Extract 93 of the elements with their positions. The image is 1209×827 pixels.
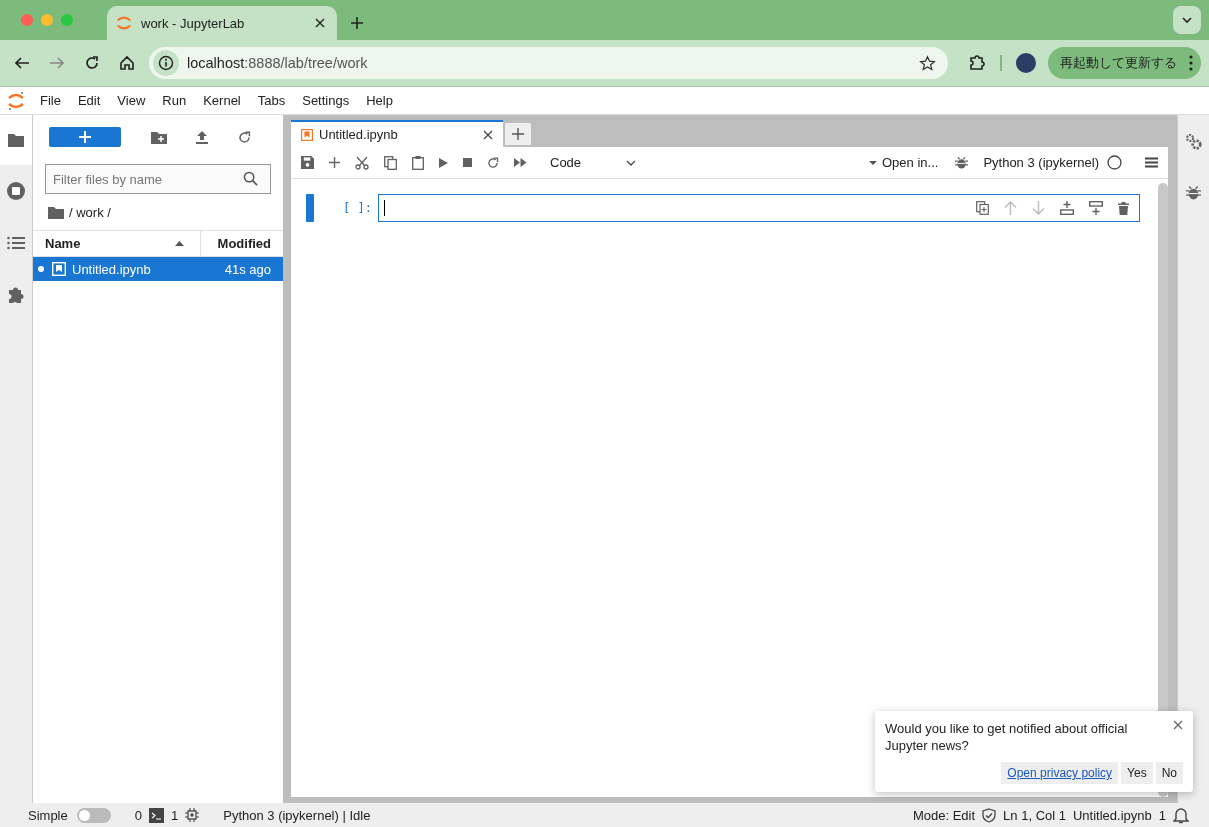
more-vertical-icon[interactable] xyxy=(1189,55,1193,71)
shield-check-icon[interactable] xyxy=(982,807,997,823)
kernel-status[interactable]: Python 3 (ipykernel) | Idle xyxy=(223,807,371,823)
site-info-icon[interactable] xyxy=(153,50,179,76)
restart-icon[interactable] xyxy=(487,156,499,169)
terminal-icon[interactable] xyxy=(149,807,164,823)
column-header[interactable]: Modified xyxy=(201,231,283,256)
plus-icon[interactable] xyxy=(329,157,340,168)
folder-icon[interactable] xyxy=(0,115,32,165)
menu-item[interactable]: File xyxy=(40,93,61,108)
kernel-count: 1 xyxy=(171,807,179,823)
file-name: Untitled.ipynb xyxy=(72,261,152,277)
notification-button[interactable]: No xyxy=(1155,762,1183,784)
menu-item[interactable]: Tabs xyxy=(257,93,286,108)
notification-message: Would you like to get notified about official Jupyter news? xyxy=(885,720,1129,754)
star-icon[interactable] xyxy=(919,54,936,72)
jupyter-logo-icon xyxy=(115,14,133,32)
address-bar[interactable]: localhost:8888/lab/tree/work xyxy=(149,47,948,79)
menu-item[interactable]: Settings xyxy=(302,93,350,108)
trash-icon[interactable] xyxy=(1118,201,1129,215)
new-launcher-button[interactable] xyxy=(49,127,121,147)
close-icon[interactable] xyxy=(315,18,325,28)
notebook-file-icon xyxy=(52,262,66,276)
caret-down-icon xyxy=(869,160,877,165)
notification-count[interactable]: 1 xyxy=(1158,807,1166,823)
editor-mode[interactable]: Mode: Edit xyxy=(912,807,976,823)
browser-tab[interactable]: work - JupyterLab xyxy=(107,6,337,40)
menu-item[interactable]: View xyxy=(117,93,146,108)
bug-icon[interactable] xyxy=(955,155,969,170)
insert-above-icon[interactable] xyxy=(1060,201,1074,215)
new-folder-icon[interactable] xyxy=(150,130,167,144)
url-text: localhost:8888/lab/tree/work xyxy=(187,55,369,71)
column-header[interactable]: Name xyxy=(33,231,201,256)
menu-item[interactable]: Help xyxy=(366,93,393,108)
profile-avatar[interactable] xyxy=(1016,53,1036,73)
menu-icon[interactable] xyxy=(1145,157,1158,168)
back-arrow-icon[interactable] xyxy=(14,55,30,71)
close-icon[interactable] xyxy=(483,129,493,140)
puzzle-piece-icon[interactable] xyxy=(968,54,986,72)
run-icon[interactable] xyxy=(439,157,448,168)
fast-forward-icon[interactable] xyxy=(514,158,527,167)
chevron-down-icon xyxy=(626,159,636,166)
cell-prompt: [ ]: xyxy=(342,201,373,215)
simple-mode-label: Simple xyxy=(28,807,68,823)
search-icon xyxy=(243,171,258,186)
notebook-tab[interactable]: Untitled.ipynb xyxy=(291,120,503,147)
chevron-down-icon xyxy=(1182,16,1192,24)
code-cell-editor[interactable] xyxy=(378,194,1140,222)
home-icon[interactable] xyxy=(119,55,135,71)
file-row[interactable]: Untitled.ipynb 41s ago xyxy=(33,257,283,281)
simple-mode-toggle[interactable] xyxy=(76,807,111,823)
bell-icon[interactable] xyxy=(1173,806,1189,824)
active-cell-marker xyxy=(306,194,314,222)
upload-icon[interactable] xyxy=(196,130,209,144)
breadcrumb-path[interactable]: / work / xyxy=(69,204,111,220)
file-modified: 41s ago xyxy=(224,261,271,277)
privacy-policy-link[interactable]: Open privacy policy xyxy=(1001,762,1119,784)
cursor-position[interactable]: Ln 1, Col 1 xyxy=(1003,807,1066,823)
chip-icon[interactable] xyxy=(185,808,200,822)
filter-field[interactable]: Filter files by name xyxy=(45,164,271,194)
kernel-name[interactable]: Python 3 (ipykernel) xyxy=(983,155,1099,170)
save-icon[interactable] xyxy=(301,156,314,169)
menu-item[interactable]: Kernel xyxy=(203,93,241,108)
duplicate-icon[interactable] xyxy=(976,201,989,215)
plus-icon xyxy=(512,128,524,140)
scissors-icon[interactable] xyxy=(355,155,369,170)
kernel-idle-circle-icon xyxy=(1107,155,1122,170)
browser-tab-title: work - JupyterLab xyxy=(141,15,246,31)
jupyter-logo-icon xyxy=(7,89,25,112)
reload-icon[interactable] xyxy=(84,55,100,71)
notebook-file-icon xyxy=(301,128,313,141)
sort-caret-icon xyxy=(175,241,184,246)
open-in-dropdown[interactable]: Open in... xyxy=(869,155,939,170)
add-tab-button[interactable] xyxy=(505,123,531,145)
cell-type-dropdown[interactable]: Code xyxy=(550,155,636,170)
forward-arrow-icon[interactable] xyxy=(49,55,65,71)
menu-item[interactable]: Edit xyxy=(77,93,101,108)
bug-icon[interactable] xyxy=(1186,185,1201,201)
close-icon[interactable] xyxy=(1173,720,1183,730)
copy-icon[interactable] xyxy=(384,155,397,170)
notification-button[interactable]: Yes xyxy=(1121,762,1153,784)
insert-below-icon[interactable] xyxy=(1089,201,1103,215)
current-file-name: Untitled.ipynb xyxy=(1073,807,1152,823)
menu-item[interactable]: Run xyxy=(162,93,187,108)
terminal-count: 0 xyxy=(134,807,142,823)
update-button[interactable]: 再起動して更新する xyxy=(1048,47,1201,79)
tab-list-button[interactable] xyxy=(1173,6,1201,34)
plus-icon xyxy=(79,131,91,143)
folder-icon[interactable] xyxy=(48,205,64,219)
new-tab-icon[interactable] xyxy=(351,17,363,29)
refresh-icon[interactable] xyxy=(237,130,251,144)
gears-icon[interactable] xyxy=(1185,133,1202,150)
clipboard-icon[interactable] xyxy=(412,155,424,170)
